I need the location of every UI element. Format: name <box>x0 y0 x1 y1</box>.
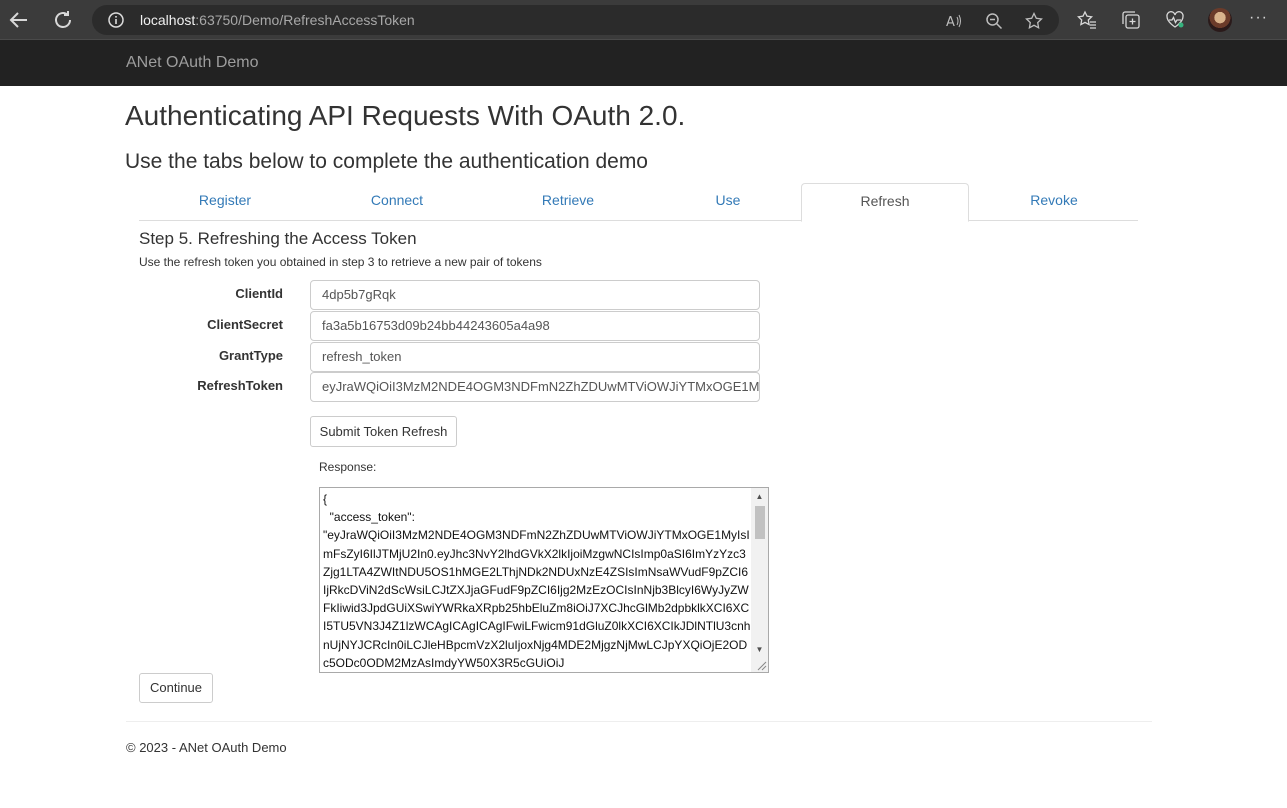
read-aloud-icon[interactable]: A <box>945 12 963 30</box>
resize-grip-icon[interactable] <box>755 659 767 671</box>
response-scrollbar[interactable]: ▲ ▼ <box>751 488 768 672</box>
more-menu-icon[interactable]: ··· <box>1249 9 1268 27</box>
scroll-up-arrow-icon[interactable]: ▲ <box>751 488 768 505</box>
refresh-token-field[interactable]: eyJraWQiOiI3MzM2NDE4OGM3NDFmN2ZhZDUwMTVi… <box>310 372 760 402</box>
client-id-label: ClientId <box>235 286 283 301</box>
grant-type-field[interactable]: refresh_token <box>310 342 760 372</box>
site-info-icon[interactable] <box>108 12 124 28</box>
site-navbar: ANet OAuth Demo <box>0 40 1287 86</box>
profile-avatar[interactable] <box>1208 8 1232 32</box>
favorites-icon[interactable] <box>1077 10 1097 30</box>
navbar-brand[interactable]: ANet OAuth Demo <box>126 54 259 72</box>
tab-refresh[interactable]: Refresh <box>801 183 969 222</box>
tab-retrieve[interactable]: Retrieve <box>484 183 652 221</box>
browser-essentials-icon[interactable] <box>1165 10 1185 30</box>
client-secret-field[interactable]: fa3a5b16753d09b24bb44243605a4a98 <box>310 311 760 341</box>
tab-connect[interactable]: Connect <box>313 183 481 221</box>
tab-register[interactable]: Register <box>141 183 309 221</box>
step-description: Use the refresh token you obtained in st… <box>139 255 542 269</box>
response-label: Response: <box>319 460 377 474</box>
url-text: localhost:63750/Demo/RefreshAccessToken <box>140 12 415 28</box>
zoom-icon[interactable] <box>985 12 1003 30</box>
scroll-down-arrow-icon[interactable]: ▼ <box>751 641 768 658</box>
page-title: Authenticating API Requests With OAuth 2… <box>125 100 686 131</box>
scroll-thumb[interactable] <box>755 506 765 539</box>
response-textarea[interactable]: { "access_token": "eyJraWQiOiI3MzM2NDE4O… <box>319 487 769 673</box>
footer-divider <box>126 721 1152 722</box>
favorite-star-icon[interactable] <box>1025 12 1043 30</box>
footer-text: © 2023 - ANet OAuth Demo <box>126 740 287 755</box>
browser-toolbar: localhost:63750/Demo/RefreshAccessToken … <box>0 0 1287 40</box>
refresh-token-label: RefreshToken <box>197 378 283 393</box>
tab-revoke[interactable]: Revoke <box>970 183 1138 221</box>
page-subtitle: Use the tabs below to complete the authe… <box>125 150 648 173</box>
continue-button[interactable]: Continue <box>139 673 213 703</box>
client-secret-label: ClientSecret <box>207 317 283 332</box>
collections-icon[interactable] <box>1121 10 1141 30</box>
submit-token-refresh-button[interactable]: Submit Token Refresh <box>310 416 457 447</box>
response-text: { "access_token": "eyJraWQiOiI3MzM2NDE4O… <box>323 492 751 670</box>
step-title: Step 5. Refreshing the Access Token <box>139 229 417 248</box>
refresh-icon[interactable] <box>51 8 75 32</box>
grant-type-label: GrantType <box>218 348 283 363</box>
back-icon[interactable] <box>7 8 31 32</box>
client-id-field[interactable]: 4dp5b7gRqk <box>310 280 760 310</box>
svg-text:A: A <box>946 15 955 30</box>
tab-use[interactable]: Use <box>644 183 812 221</box>
step-tabs: Register Connect Retrieve Use Refresh Re… <box>139 183 1138 222</box>
address-bar[interactable]: localhost:63750/Demo/RefreshAccessToken … <box>92 5 1059 35</box>
